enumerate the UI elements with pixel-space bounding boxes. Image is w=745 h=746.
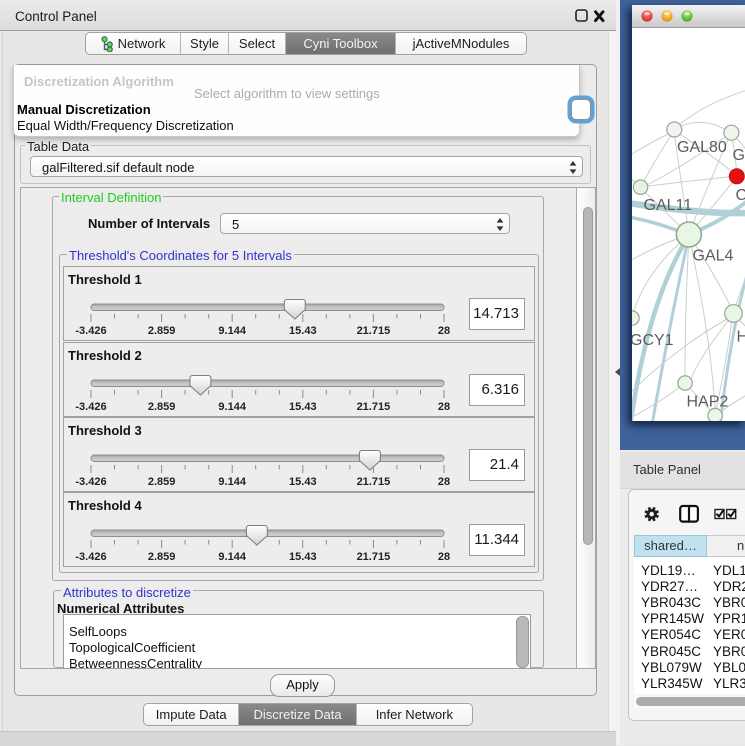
svg-text:21.715: 21.715 — [357, 551, 391, 563]
svg-text:28: 28 — [438, 476, 450, 488]
svg-text:2.859: 2.859 — [148, 401, 176, 413]
svg-text:2.859: 2.859 — [148, 551, 176, 563]
svg-text:2.859: 2.859 — [148, 476, 176, 488]
svg-text:2.859: 2.859 — [148, 325, 176, 337]
svg-text:HIS4: HIS4 — [737, 329, 745, 346]
svg-text:28: 28 — [438, 551, 450, 563]
svg-text:GAL4: GAL4 — [693, 248, 734, 265]
svg-text:-3.426: -3.426 — [75, 325, 106, 337]
svg-text:28: 28 — [438, 401, 450, 413]
svg-text:-3.426: -3.426 — [75, 476, 106, 488]
svg-text:21.715: 21.715 — [357, 401, 391, 413]
svg-text:15.43: 15.43 — [289, 401, 317, 413]
svg-text:15.43: 15.43 — [289, 476, 317, 488]
svg-text:9.144: 9.144 — [218, 325, 246, 337]
svg-text:28: 28 — [438, 325, 450, 337]
svg-text:15.43: 15.43 — [289, 551, 317, 563]
svg-text:21.715: 21.715 — [357, 325, 391, 337]
svg-text:HAP2: HAP2 — [687, 394, 729, 411]
svg-text:C: C — [736, 187, 745, 204]
svg-text:GAL11: GAL11 — [644, 197, 693, 214]
svg-text:9.144: 9.144 — [218, 401, 246, 413]
svg-text:-3.426: -3.426 — [75, 551, 106, 563]
svg-text:GAL2: GAL2 — [733, 147, 745, 164]
svg-text:9.144: 9.144 — [218, 476, 246, 488]
svg-text:15.43: 15.43 — [289, 325, 317, 337]
svg-text:21.715: 21.715 — [357, 476, 391, 488]
svg-text:GAL80: GAL80 — [677, 139, 727, 156]
svg-text:-3.426: -3.426 — [75, 401, 106, 413]
svg-text:GCY1: GCY1 — [632, 332, 674, 349]
svg-text:9.144: 9.144 — [218, 551, 246, 563]
